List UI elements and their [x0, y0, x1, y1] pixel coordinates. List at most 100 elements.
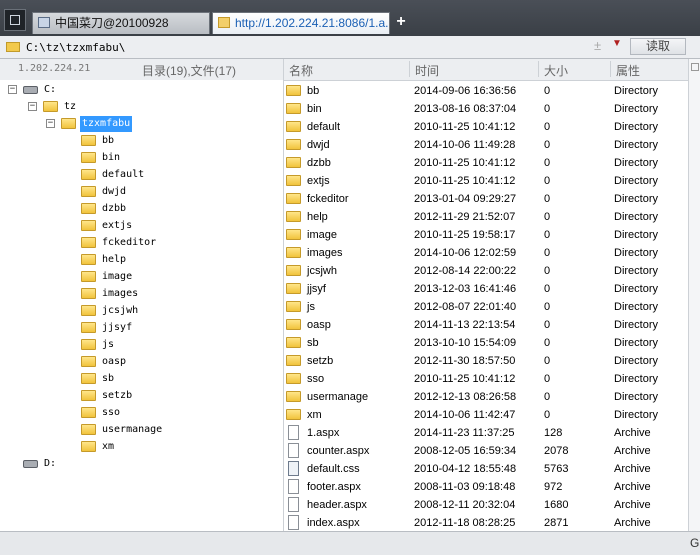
tree-node-default[interactable]: default: [80, 167, 230, 183]
tree-node-jjsyf[interactable]: jjsyf: [80, 320, 230, 336]
bookmark-toggle-icon[interactable]: ±: [594, 38, 606, 53]
file-time: 2013-10-10 15:54:09: [414, 337, 517, 349]
tree-node-images[interactable]: images: [80, 286, 230, 302]
window-icon: [10, 15, 20, 25]
file-row[interactable]: dzbb 2010-11-25 10:41:12 0 Directory: [284, 154, 688, 172]
file-row[interactable]: index.aspx 2012-11-18 08:28:25 2871 Archive: [284, 514, 688, 530]
tab-caidao[interactable]: 中国菜刀@20100928: [32, 12, 210, 34]
file-name: jcsjwh: [307, 265, 337, 277]
folder-icon: [81, 339, 96, 350]
col-header-size[interactable]: 大小: [544, 62, 568, 79]
file-row[interactable]: default.css 2010-04-12 18:55:48 5763 Archiv…: [284, 460, 688, 478]
read-button[interactable]: 读取: [630, 38, 686, 55]
file-time: 2013-08-16 08:37:04: [414, 103, 517, 115]
tab-label: http://1.202.224.21:8086/1.a...: [235, 16, 390, 30]
side-panel-strip[interactable]: [688, 59, 700, 531]
tree-node-jcsjwh[interactable]: jcsjwh: [80, 303, 230, 319]
collapse-icon[interactable]: −: [28, 102, 37, 111]
tree-node-setzb[interactable]: setzb: [80, 388, 230, 404]
tree-label: jcsjwh: [102, 305, 139, 316]
tree-node-sso[interactable]: sso: [80, 405, 230, 421]
chevron-down-icon[interactable]: ▼: [612, 38, 626, 49]
tree-node-dwjd[interactable]: dwjd: [80, 184, 230, 200]
file-name: bin: [307, 103, 322, 115]
tab-active-url[interactable]: http://1.202.224.21:8086/1.a...: [212, 12, 390, 34]
collapse-icon[interactable]: −: [8, 85, 17, 94]
tree-node-xm[interactable]: xm: [80, 439, 230, 455]
file-size: 1680: [544, 499, 569, 511]
file-row[interactable]: sb 2013-10-10 15:54:09 0 Directory: [284, 334, 688, 352]
file-icon: [288, 461, 299, 476]
tree-node-extjs[interactable]: extjs: [80, 218, 230, 234]
file-row[interactable]: jcsjwh 2012-08-14 22:00:22 0 Directory: [284, 262, 688, 280]
folder-icon: [286, 247, 301, 258]
file-attr: Archive: [614, 481, 651, 493]
file-icon: [288, 515, 299, 530]
tree-node-tzxmfabu[interactable]: − tzxmfabu: [46, 116, 186, 132]
checkbox-icon[interactable]: [691, 63, 699, 71]
tree-node-drive-c[interactable]: − C:: [8, 82, 128, 98]
file-row[interactable]: extjs 2010-11-25 10:41:12 0 Directory: [284, 172, 688, 190]
file-row[interactable]: 1.aspx 2014-11-23 11:37:25 128 Archive: [284, 424, 688, 442]
file-name: image: [307, 229, 337, 241]
file-row[interactable]: dwjd 2014-10-06 11:49:28 0 Directory: [284, 136, 688, 154]
file-row[interactable]: jjsyf 2013-12-03 16:41:46 0 Directory: [284, 280, 688, 298]
col-divider[interactable]: [409, 61, 410, 77]
new-tab-button[interactable]: +: [393, 13, 409, 31]
collapse-icon[interactable]: −: [46, 119, 55, 128]
file-name: default.css: [307, 463, 360, 475]
file-row[interactable]: default 2010-11-25 10:41:12 0 Directory: [284, 118, 688, 136]
server-address: 1.202.224.21: [18, 63, 91, 74]
file-row[interactable]: help 2012-11-29 21:52:07 0 Directory: [284, 208, 688, 226]
tree-node-sb[interactable]: sb: [80, 371, 230, 387]
tree-label: extjs: [102, 220, 133, 231]
col-header-time[interactable]: 时间: [415, 62, 439, 79]
folder-icon: [81, 237, 96, 248]
file-size: 0: [544, 157, 551, 169]
col-header-name[interactable]: 名称: [289, 62, 313, 79]
path-input[interactable]: [26, 39, 556, 55]
file-row[interactable]: setzb 2012-11-30 18:57:50 0 Directory: [284, 352, 688, 370]
file-row[interactable]: footer.aspx 2008-11-03 09:18:48 972 Archive: [284, 478, 688, 496]
folder-icon: [81, 390, 96, 401]
tree-label: bb: [102, 135, 115, 146]
file-time: 2014-09-06 16:36:56: [414, 85, 517, 97]
file-name: jjsyf: [307, 283, 326, 295]
tree-node-tz[interactable]: − tz: [28, 99, 148, 115]
col-divider[interactable]: [610, 61, 611, 77]
folder-icon: [286, 391, 301, 402]
app-menu-button[interactable]: [4, 9, 26, 31]
tree-label: setzb: [102, 390, 133, 401]
file-row[interactable]: js 2012-08-07 22:01:40 0 Directory: [284, 298, 688, 316]
file-row[interactable]: xm 2014-10-06 11:42:47 0 Directory: [284, 406, 688, 424]
file-row[interactable]: bin 2013-08-16 08:37:04 0 Directory: [284, 100, 688, 118]
tree-node-help[interactable]: help: [80, 252, 230, 268]
tree-node-js[interactable]: js: [80, 337, 230, 353]
file-size: 2871: [544, 517, 569, 529]
tree-node-usermanage[interactable]: usermanage: [80, 422, 230, 438]
file-row[interactable]: image 2010-11-25 19:58:17 0 Directory: [284, 226, 688, 244]
folder-icon: [81, 356, 96, 367]
tree-node-fckeditor[interactable]: fckeditor: [80, 235, 230, 251]
tree-node-bin[interactable]: bin: [80, 150, 230, 166]
file-row[interactable]: bb 2014-09-06 16:36:56 0 Directory: [284, 82, 688, 100]
file-name: xm: [307, 409, 322, 421]
tree-node-dzbb[interactable]: dzbb: [80, 201, 230, 217]
file-row[interactable]: header.aspx 2008-12-11 20:32:04 1680 Archiv…: [284, 496, 688, 514]
tree-node-bb[interactable]: bb: [80, 133, 230, 149]
file-size: 0: [544, 265, 551, 277]
col-divider[interactable]: [538, 61, 539, 77]
tree-node-oasp[interactable]: oasp: [80, 354, 230, 370]
tree-node-drive-d[interactable]: D:: [8, 456, 128, 472]
file-row[interactable]: counter.aspx 2008-12-05 16:59:34 2078 Archi…: [284, 442, 688, 460]
file-size: 0: [544, 139, 551, 151]
file-row[interactable]: fckeditor 2013-01-04 09:29:27 0 Directory: [284, 190, 688, 208]
tree-node-image[interactable]: image: [80, 269, 230, 285]
file-row[interactable]: images 2014-10-06 12:02:59 0 Directory: [284, 244, 688, 262]
file-row[interactable]: sso 2010-11-25 10:41:12 0 Directory: [284, 370, 688, 388]
file-row[interactable]: usermanage 2012-12-13 08:26:58 0 Directory: [284, 388, 688, 406]
file-size: 972: [544, 481, 563, 493]
file-row[interactable]: oasp 2014-11-13 22:13:54 0 Directory: [284, 316, 688, 334]
file-size: 0: [544, 247, 551, 259]
col-header-attr[interactable]: 属性: [616, 62, 640, 79]
